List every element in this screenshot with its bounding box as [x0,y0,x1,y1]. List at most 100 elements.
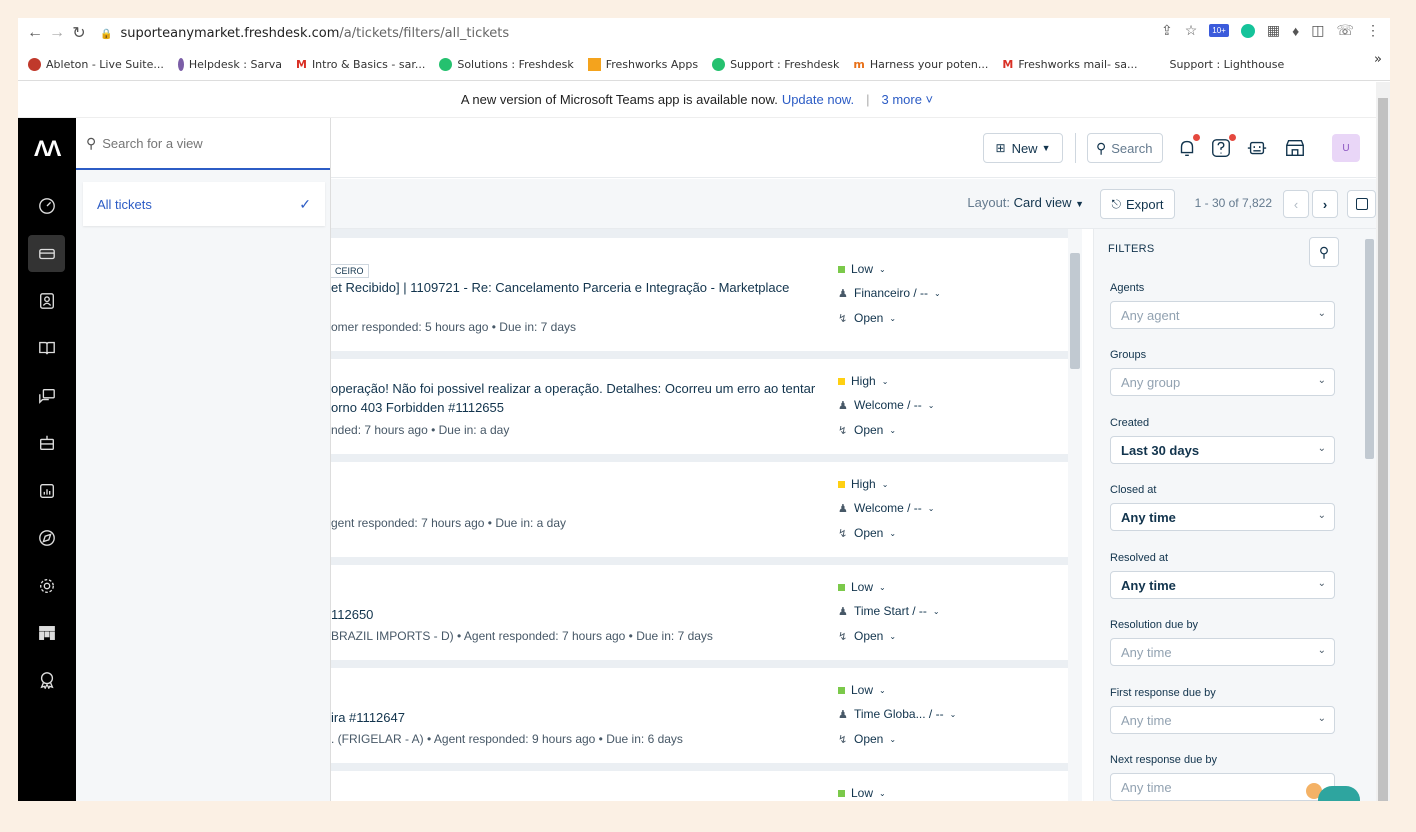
priority-indicator [838,583,845,591]
dashboard-icon[interactable] [28,187,65,224]
next-response-due-select[interactable]: Any time [1110,773,1335,801]
scroll-thumb[interactable] [1070,253,1080,369]
forums-icon[interactable] [28,377,65,414]
group-dropdown[interactable]: ♟ Time Start / -- ⌄ [838,604,940,618]
more-notices-link[interactable]: 3 more ˅ [881,92,933,107]
activity-icon: ↯ [838,527,848,540]
priority-dropdown[interactable]: Low ⌄ [838,786,886,800]
chevron-down-icon: ⌄ [889,528,897,538]
grammarly-icon[interactable] [1240,23,1255,38]
ticket-subject[interactable]: et Recibido] | 1109721 - Re: Cancelament… [331,278,789,297]
group-dropdown[interactable]: ♟ Financeiro / -- ⌄ [838,286,941,300]
group-dropdown[interactable]: ♟ Welcome / -- ⌄ [838,398,935,412]
search-button[interactable]: ⚲ Search [1087,133,1163,163]
reload-icon[interactable]: ↻ [68,22,90,44]
ticket-subject[interactable]: ira #1112647 [331,708,405,727]
layout-selector[interactable]: Layout: Card view ▼ [967,195,1084,210]
filters-scrollbar[interactable] [1363,229,1376,801]
puzzle-icon[interactable]: ♦ [1292,23,1299,39]
star-icon[interactable]: ☆ [1185,22,1198,39]
freddy-bot-icon[interactable] [1243,134,1271,162]
prev-page-button[interactable]: ‹ [1283,190,1309,218]
ticket-card[interactable]: CEIRO et Recibido] | 1109721 - Re: Cance… [331,238,1068,351]
filter-label: First response due by [1110,687,1216,699]
agents-select[interactable]: Any agent ⌄ [1110,301,1335,329]
priority-dropdown[interactable]: High ⌄ [838,477,888,491]
new-button[interactable]: ⊞ New ▼ [983,133,1063,163]
back-icon[interactable]: ← [24,22,46,44]
groups-select[interactable]: Any group ⌄ [1110,368,1335,396]
contacts-icon[interactable] [28,282,65,319]
bookmark[interactable]: Helpdesk : Sarva [177,57,282,71]
priority-dropdown[interactable]: Low ⌄ [838,262,886,276]
ticket-card[interactable]: operação! Não foi possivel realizar a op… [331,359,1068,454]
chat-widget-button[interactable] [1318,786,1360,801]
app-logo[interactable]: ΛΛ [34,136,61,162]
priority-indicator [838,265,845,273]
explore-icon[interactable] [28,519,65,556]
marketplace-icon[interactable] [28,614,65,651]
status-dropdown[interactable]: ↯ Open ⌄ [838,423,896,437]
list-scrollbar[interactable] [1068,229,1082,801]
update-link[interactable]: Update now. [782,92,854,107]
ticket-subject[interactable]: operação! Não foi possivel realizar a op… [331,379,815,417]
scroll-thumb[interactable] [1378,98,1388,801]
extension-badge-icon[interactable]: 10+ [1209,24,1229,37]
menu-dots-icon[interactable]: ⋮ [1366,22,1380,39]
ticket-subject[interactable]: 112650 [331,605,373,624]
group-dropdown[interactable]: ♟ Time Globa... / -- ⌄ [838,707,956,721]
bookmark[interactable]: Support : Lighthouse [1169,58,1284,71]
filter-search-button[interactable]: ⚲ [1309,237,1339,267]
bookmark[interactable]: Solutions : Freshdesk [439,57,574,71]
page-scrollbar[interactable] [1376,82,1390,801]
ticket-card[interactable]: 112650 BRAZIL IMPORTS - D) • Agent respo… [331,565,1068,660]
resolution-due-select[interactable]: Any time ⌄ [1110,638,1335,666]
status-dropdown[interactable]: ↯ Open ⌄ [838,732,896,746]
search-icon: ⚲ [1096,139,1107,156]
phone-icon[interactable]: ☏ [1336,22,1354,39]
resolved-at-select[interactable]: Any time ⌄ [1110,571,1335,599]
bookmark[interactable]: Freshworks Apps [587,57,698,71]
filter-label: Resolved at [1110,552,1169,564]
store-icon[interactable] [1281,134,1309,162]
bookmark[interactable]: M Freshworks mail- sa... [1002,58,1137,71]
chevron-down-icon: ⌄ [1317,375,1326,386]
reports-icon[interactable] [28,472,65,509]
created-select[interactable]: Last 30 days ⌄ [1110,436,1335,464]
bot-icon[interactable] [28,424,65,461]
next-page-button[interactable]: › [1312,190,1338,218]
avatar[interactable]: U [1332,134,1360,162]
priority-dropdown[interactable]: High ⌄ [838,374,888,388]
ticket-card[interactable]: ira #1112647 . (FRIGELAR - A) • Agent re… [331,668,1068,763]
group-dropdown[interactable]: ♟ Welcome / -- ⌄ [838,501,935,515]
bookmark[interactable]: M Intro & Basics - sar... [296,58,425,71]
ticket-card[interactable]: gent responded: 7 hours ago • Due in: a … [331,462,1068,557]
filters-title: FILTERS [1108,243,1155,255]
export-button[interactable]: ⎋ Export [1100,189,1175,219]
priority-dropdown[interactable]: Low ⌄ [838,580,886,594]
qr-icon[interactable]: ▦ [1267,22,1280,39]
share-icon[interactable]: ⇪ [1161,22,1173,39]
bookmark[interactable]: Ableton - Live Suite... [28,57,164,71]
first-response-due-select[interactable]: Any time ⌄ [1110,706,1335,734]
bookmarks-more-icon[interactable]: » [1374,52,1382,67]
scroll-thumb[interactable] [1365,239,1374,459]
tickets-icon[interactable] [28,235,65,272]
status-dropdown[interactable]: ↯ Open ⌄ [838,629,896,643]
view-item-all-tickets[interactable]: All tickets ✓ [83,182,325,226]
settings-gear-icon[interactable] [28,567,65,604]
forward-icon[interactable]: → [46,22,68,44]
knowledge-base-icon[interactable] [28,329,65,366]
toggle-filters-button[interactable] [1347,190,1376,218]
sidepanel-icon[interactable]: ◫ [1311,22,1324,39]
priority-dropdown[interactable]: Low ⌄ [838,683,886,697]
url-bar[interactable]: 🔒 suporteanymarket.freshdesk.com/a/ticket… [100,26,509,41]
bookmark[interactable]: Support : Freshdesk [712,57,839,71]
rewards-icon[interactable] [28,661,65,698]
closed-at-select[interactable]: Any time ⌄ [1110,503,1335,531]
status-dropdown[interactable]: ↯ Open ⌄ [838,311,896,325]
view-search-input[interactable] [102,135,303,151]
bookmark[interactable]: m Harness your poten... [853,58,988,71]
status-dropdown[interactable]: ↯ Open ⌄ [838,526,896,540]
ticket-card[interactable]: Low ⌄ [331,771,1068,801]
